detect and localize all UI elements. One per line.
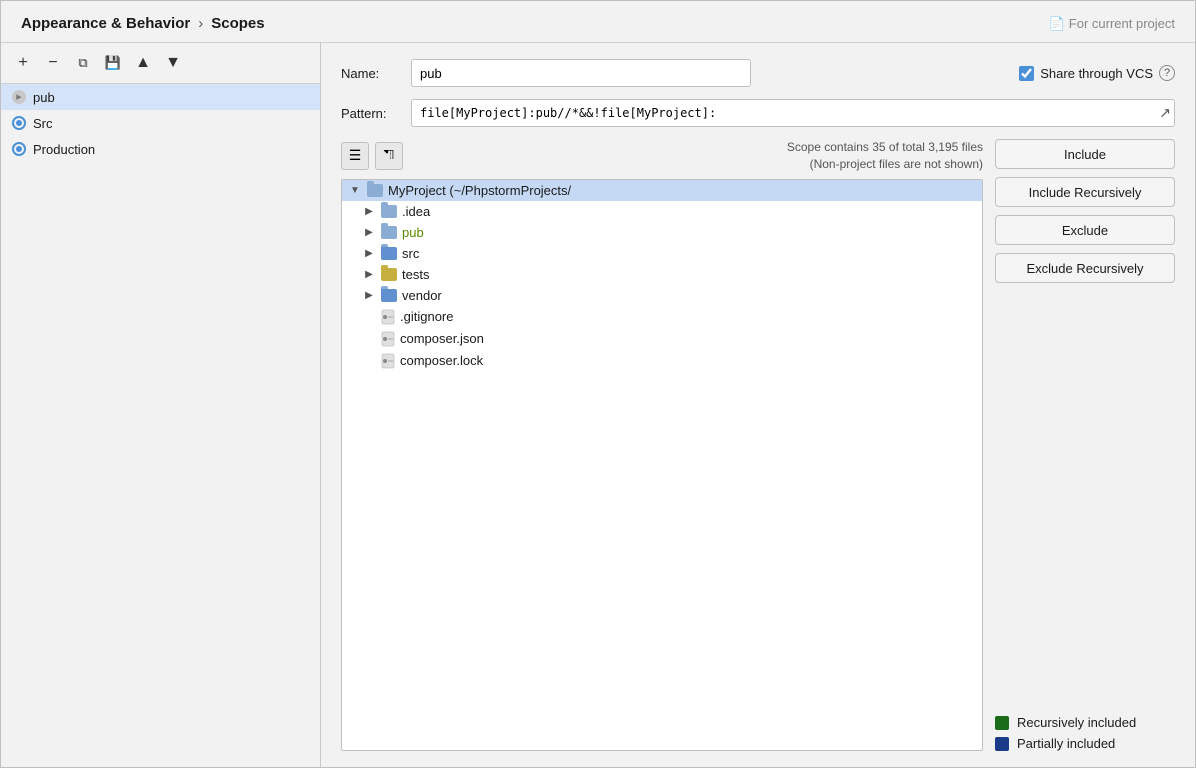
move-down-button[interactable]: ▼: [161, 51, 185, 75]
tree-node-pub[interactable]: ▶ pub: [342, 222, 982, 243]
sidebar-item-src[interactable]: Src: [1, 110, 320, 136]
folder-icon-src: [381, 247, 397, 260]
header: Appearance & Behavior › Scopes 📄 For cur…: [1, 1, 1195, 43]
flatten-button[interactable]: ☰: [341, 142, 369, 170]
pub-scope-icon: ▶: [11, 89, 27, 105]
pattern-input[interactable]: [411, 99, 1175, 127]
legend: Recursively included Partially included: [995, 699, 1175, 751]
help-icon[interactable]: ?: [1159, 65, 1175, 81]
copy-scope-button[interactable]: ⧉: [71, 51, 95, 75]
main-content: + − ⧉ 💾 ▲ ▼ ▶ pub: [1, 43, 1195, 767]
tree-node-root[interactable]: ▼ MyProject (~/PhpstormProjects/: [342, 180, 982, 201]
arrow-root: ▼: [348, 183, 362, 197]
legend-swatch-blue: [995, 737, 1009, 751]
label-root: MyProject (~/PhpstormProjects/: [388, 183, 571, 198]
folder-icon-root: [367, 184, 383, 197]
production-scope-icon: [11, 141, 27, 157]
pattern-input-wrapper: ↗: [411, 99, 1175, 127]
legend-label-partially-included: Partially included: [1017, 736, 1115, 751]
folder-icon-tests: [381, 268, 397, 281]
file-tree[interactable]: ▼ MyProject (~/PhpstormProjects/ ▶ .idea: [341, 179, 983, 751]
arrow-idea: ▶: [362, 204, 376, 218]
tree-node-tests[interactable]: ▶ tests: [342, 264, 982, 285]
sidebar-item-label-pub: pub: [33, 90, 55, 105]
tree-node-idea[interactable]: ▶ .idea: [342, 201, 982, 222]
filter-icon: ⛠: [384, 146, 395, 165]
name-row: Name: Share through VCS ?: [341, 59, 1175, 87]
config-icon-composer-json: [381, 331, 395, 347]
sidebar-item-label-production: Production: [33, 142, 95, 157]
arrow-src: ▶: [362, 246, 376, 260]
project-icon: 📄: [1049, 16, 1065, 32]
tree-node-src[interactable]: ▶ src: [342, 243, 982, 264]
label-pub: pub: [402, 225, 424, 240]
dialog: Appearance & Behavior › Scopes 📄 For cur…: [0, 0, 1196, 768]
project-label: For current project: [1069, 16, 1175, 31]
arrow-vendor: ▶: [362, 288, 376, 302]
legend-label-recursively-included: Recursively included: [1017, 715, 1136, 730]
pattern-label: Pattern:: [341, 106, 401, 121]
pattern-expand-button[interactable]: ↗: [1159, 105, 1171, 122]
src-scope-icon: [11, 115, 27, 131]
scope-toolbar: + − ⧉ 💾 ▲ ▼: [1, 43, 320, 84]
tree-info: Scope contains 35 of total 3,195 files (…: [787, 139, 983, 173]
breadcrumb-separator: ›: [198, 15, 203, 32]
tree-node-composer-lock[interactable]: ▶ composer.lock: [342, 350, 982, 372]
name-label: Name:: [341, 66, 401, 81]
arrow-tests: ▶: [362, 267, 376, 281]
sidebar: + − ⧉ 💾 ▲ ▼ ▶ pub: [1, 43, 321, 767]
folder-icon-vendor: [381, 289, 397, 302]
add-scope-button[interactable]: +: [11, 51, 35, 75]
legend-item-recursively-included: Recursively included: [995, 715, 1175, 730]
sidebar-item-production[interactable]: Production: [1, 136, 320, 162]
flatten-icon: ☰: [349, 147, 362, 164]
tree-node-gitignore[interactable]: ▶ .gitignore: [342, 306, 982, 328]
config-icon-composer-lock: [381, 353, 395, 369]
tree-section: ☰ ⛠ Scope contains 35 of total 3,195 fil…: [341, 139, 1175, 751]
label-idea: .idea: [402, 204, 430, 219]
section-title: Appearance & Behavior: [21, 15, 190, 32]
vcs-section: Share through VCS ?: [1019, 65, 1175, 81]
subsection-title: Scopes: [211, 15, 264, 32]
label-tests: tests: [402, 267, 429, 282]
sidebar-item-pub[interactable]: ▶ pub: [1, 84, 320, 110]
scope-list: ▶ pub Src: [1, 84, 320, 767]
label-composer-json: composer.json: [400, 331, 484, 346]
include-recursively-button[interactable]: Include Recursively: [995, 177, 1175, 207]
tree-node-composer-json[interactable]: ▶ composer.json: [342, 328, 982, 350]
config-icon-gitignore: [381, 309, 395, 325]
tree-panel: ☰ ⛠ Scope contains 35 of total 3,195 fil…: [341, 139, 983, 751]
legend-swatch-green: [995, 716, 1009, 730]
project-label-area: 📄 For current project: [1049, 16, 1175, 32]
action-buttons-panel: Include Include Recursively Exclude Excl…: [995, 139, 1175, 751]
tree-toolbar: ☰ ⛠ Scope contains 35 of total 3,195 fil…: [341, 139, 983, 173]
sidebar-item-label-src: Src: [33, 116, 53, 131]
exclude-recursively-button[interactable]: Exclude Recursively: [995, 253, 1175, 283]
save-scope-button[interactable]: 💾: [101, 51, 125, 75]
arrow-pub: ▶: [362, 225, 376, 239]
label-composer-lock: composer.lock: [400, 353, 483, 368]
tree-info-line2: (Non-project files are not shown): [787, 156, 983, 173]
exclude-button[interactable]: Exclude: [995, 215, 1175, 245]
label-gitignore: .gitignore: [400, 309, 453, 324]
filter-button[interactable]: ⛠: [375, 142, 403, 170]
label-src: src: [402, 246, 419, 261]
breadcrumb: Appearance & Behavior › Scopes: [21, 15, 1041, 32]
tree-node-vendor[interactable]: ▶ vendor: [342, 285, 982, 306]
legend-item-partially-included: Partially included: [995, 736, 1175, 751]
tree-info-line1: Scope contains 35 of total 3,195 files: [787, 139, 983, 156]
include-button[interactable]: Include: [995, 139, 1175, 169]
vcs-checkbox[interactable]: [1019, 66, 1034, 81]
folder-icon-pub: [381, 226, 397, 239]
vcs-label: Share through VCS: [1040, 66, 1153, 81]
folder-icon-idea: [381, 205, 397, 218]
pattern-row: Pattern: ↗: [341, 99, 1175, 127]
remove-scope-button[interactable]: −: [41, 51, 65, 75]
label-vendor: vendor: [402, 288, 442, 303]
name-input[interactable]: [411, 59, 751, 87]
move-up-button[interactable]: ▲: [131, 51, 155, 75]
right-panel: Name: Share through VCS ? Pattern: ↗: [321, 43, 1195, 767]
